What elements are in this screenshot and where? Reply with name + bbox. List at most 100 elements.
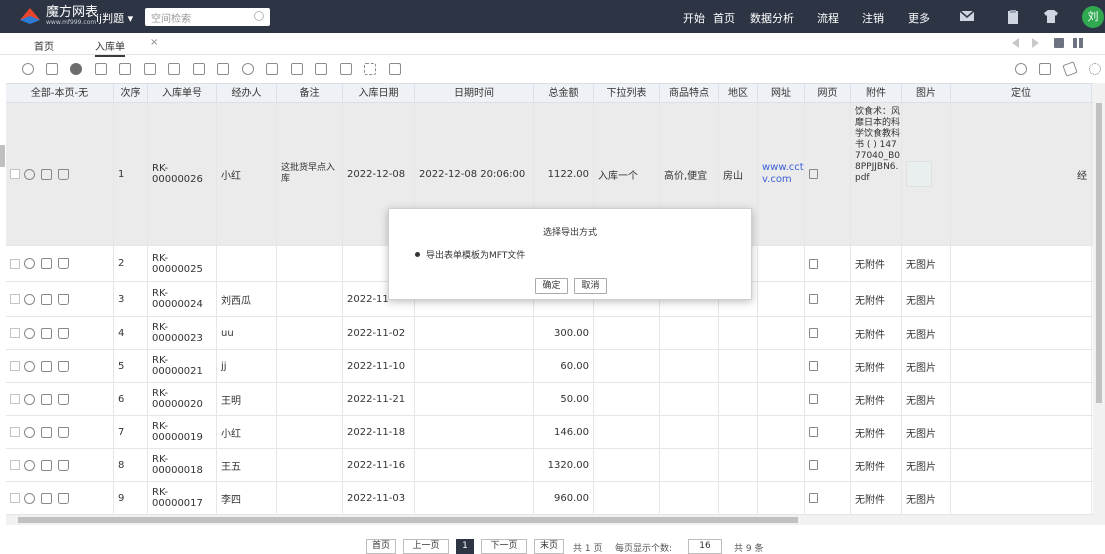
header-dropdown[interactable]: 下拉列表	[594, 84, 660, 103]
delete-icon[interactable]	[58, 258, 69, 269]
prev-page-button[interactable]: 上一页	[403, 539, 449, 554]
view-icon[interactable]	[24, 360, 35, 372]
webpage-icon[interactable]	[809, 328, 818, 338]
delete-icon[interactable]	[58, 492, 69, 504]
header-attachment[interactable]: 附件	[851, 84, 902, 103]
webpage-icon[interactable]	[809, 493, 818, 503]
radio-selected-icon[interactable]	[415, 252, 420, 257]
row-checkbox[interactable]	[10, 294, 20, 304]
webpage-icon[interactable]	[809, 460, 818, 470]
import-icon[interactable]	[95, 63, 107, 75]
edit-icon[interactable]	[41, 258, 52, 269]
header-image[interactable]: 图片	[902, 84, 951, 103]
table-row[interactable]: 4 RK-00000023 uu 2022-11-02 300.00 无附件 无图片	[6, 317, 1093, 350]
header-handler[interactable]: 经办人	[217, 84, 277, 103]
edit-icon[interactable]	[41, 393, 52, 405]
header-url[interactable]: 网址	[758, 84, 805, 103]
logo[interactable]: 魔方网表 www.mf999.com	[18, 6, 98, 26]
vertical-scroll-thumb[interactable]	[1096, 103, 1102, 403]
edit-icon[interactable]	[41, 459, 52, 471]
cancel-button[interactable]: 取消	[574, 278, 607, 294]
view-icon[interactable]	[24, 258, 35, 269]
header-location[interactable]: 定位	[951, 84, 1092, 103]
clipboard-icon[interactable]	[1006, 10, 1020, 24]
nav-home[interactable]: 首页	[713, 10, 735, 26]
row-checkbox[interactable]	[10, 258, 20, 269]
template-icon[interactable]	[315, 63, 327, 75]
next-page-button[interactable]: 下一页	[481, 539, 527, 554]
edit-icon[interactable]	[41, 492, 52, 504]
space-search-input[interactable]: 空间检索	[145, 8, 270, 26]
view-icon[interactable]	[24, 393, 35, 405]
search-icon[interactable]	[1015, 63, 1027, 75]
edit-icon[interactable]	[41, 293, 52, 305]
refresh-icon[interactable]	[22, 63, 34, 75]
header-seq[interactable]: 次序	[114, 84, 148, 103]
header-region[interactable]: 地区	[719, 84, 758, 103]
tab-scroll-left-icon[interactable]	[1012, 38, 1019, 48]
table-row[interactable]: 7 RK-00000019 小红 2022-11-18 146.00 无附件 无图片	[6, 416, 1093, 449]
delete-icon[interactable]	[58, 168, 69, 180]
view-icon[interactable]	[24, 168, 35, 180]
webpage-icon[interactable]	[809, 294, 818, 304]
print-icon[interactable]	[144, 63, 156, 75]
current-page-button[interactable]: 1	[456, 539, 474, 554]
cell-url-link[interactable]: www.cctv.com	[758, 103, 805, 245]
header-select-all[interactable]: 全部-本页-无	[6, 84, 114, 103]
webpage-icon[interactable]	[809, 361, 818, 371]
share-icon[interactable]	[242, 63, 254, 75]
cell-attachment-link[interactable]: 饮食术：风靡日本的科学饮食教科书 ( ) 14777040_B08PPJJBN6…	[851, 103, 902, 245]
row-checkbox[interactable]	[10, 460, 20, 470]
first-page-button[interactable]: 首页	[366, 539, 396, 554]
nav-more[interactable]: 更多	[908, 10, 930, 26]
delete-icon[interactable]	[58, 327, 69, 339]
grid-menu-icon[interactable]	[1073, 38, 1083, 48]
nav-start[interactable]: 开始	[683, 10, 705, 26]
header-amount[interactable]: 总金额	[534, 84, 594, 103]
webpage-icon[interactable]	[809, 427, 818, 437]
webpage-icon[interactable]	[809, 169, 818, 179]
row-checkbox[interactable]	[10, 361, 20, 371]
tab-home[interactable]: 首页	[34, 38, 54, 53]
view-icon[interactable]	[24, 293, 35, 305]
settings-icon[interactable]	[1089, 63, 1101, 75]
layout-icon[interactable]	[389, 63, 401, 75]
delete-icon[interactable]	[58, 459, 69, 471]
chart-icon[interactable]	[340, 63, 352, 75]
export-option[interactable]: 导出表单模板为MFT文件	[415, 248, 525, 261]
report-icon[interactable]	[291, 63, 303, 75]
print-preview-icon[interactable]	[168, 63, 180, 75]
table-row[interactable]: 5 RK-00000021 jj 2022-11-10 60.00 无附件 无图片	[6, 350, 1093, 383]
vertical-scrollbar[interactable]	[1093, 83, 1105, 525]
save-icon[interactable]	[1054, 38, 1064, 48]
header-feature[interactable]: 商品特点	[660, 84, 719, 103]
view-icon[interactable]	[24, 426, 35, 438]
edit-icon[interactable]	[41, 168, 52, 180]
tab-scroll-right-icon[interactable]	[1032, 38, 1039, 48]
edit-icon[interactable]	[41, 360, 52, 372]
fullscreen-icon[interactable]	[364, 63, 376, 75]
delete-icon[interactable]	[58, 426, 69, 438]
copy-icon[interactable]	[266, 63, 278, 75]
delete-icon[interactable]	[58, 393, 69, 405]
send-icon[interactable]	[1062, 61, 1078, 77]
avatar[interactable]: 刘	[1082, 6, 1104, 28]
row-checkbox[interactable]	[10, 394, 20, 404]
header-datetime[interactable]: 日期时间	[415, 84, 534, 103]
preview-icon[interactable]	[46, 63, 58, 75]
per-page-input[interactable]: 16	[688, 539, 722, 554]
view-icon[interactable]	[24, 492, 35, 504]
export-form-icon[interactable]	[217, 63, 229, 75]
nav-data-analysis[interactable]: 数据分析	[750, 10, 794, 26]
image-thumbnail[interactable]	[906, 161, 932, 187]
shirt-icon[interactable]	[1044, 10, 1058, 23]
export-icon[interactable]	[119, 63, 131, 75]
add-icon[interactable]	[70, 63, 82, 75]
header-date[interactable]: 入库日期	[343, 84, 415, 103]
webpage-icon[interactable]	[809, 258, 818, 269]
row-checkbox[interactable]	[10, 427, 20, 437]
last-page-button[interactable]: 末页	[534, 539, 564, 554]
table-row[interactable]: 6 RK-00000020 王明 2022-11-21 50.00 无附件 无图片	[6, 383, 1093, 416]
view-icon[interactable]	[24, 327, 35, 339]
tab-close-icon[interactable]: ×	[150, 37, 158, 48]
